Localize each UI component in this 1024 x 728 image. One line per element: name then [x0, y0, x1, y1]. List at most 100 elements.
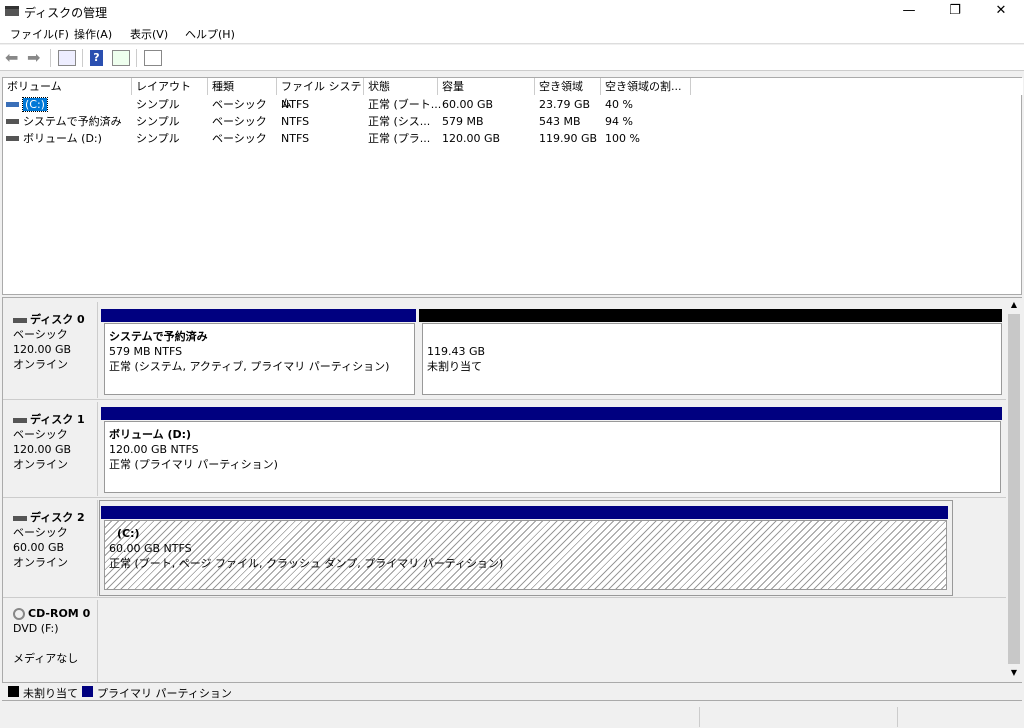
disk-label[interactable]: ディスク 1 ベーシック 120.00 GB オンライン — [5, 402, 98, 496]
toolbar-separator — [82, 49, 83, 67]
menu-action[interactable]: 操作(A) — [74, 26, 112, 42]
hard-disk-icon — [13, 317, 27, 323]
disk-label[interactable]: ディスク 2 ベーシック 60.00 GB オンライン — [5, 500, 98, 596]
primary-partition-bar — [101, 506, 948, 519]
table-row[interactable]: (C:) シンプル ベーシック NTFS 正常 (ブート... 60.00 GB 23.79… — [3, 96, 1021, 113]
disk-size: 120.00 GB — [13, 443, 72, 456]
column-header-free[interactable]: 空き領域 — [535, 78, 601, 95]
table-cell: ベーシック — [212, 98, 267, 111]
column-header-volume[interactable]: ボリューム — [3, 78, 132, 95]
unallocated-bar — [419, 309, 1002, 322]
hard-disk-icon — [13, 515, 27, 521]
properties-icon[interactable] — [144, 50, 162, 66]
table-cell: ボリューム (D:) — [23, 132, 102, 145]
back-icon[interactable]: ⬅ — [5, 50, 23, 66]
disk-status: オンライン — [13, 556, 68, 569]
disk-name: ディスク 0 — [30, 313, 85, 326]
menu-file[interactable]: ファイル(F) — [10, 26, 69, 42]
action-pane-icon[interactable] — [112, 50, 130, 66]
table-cell: 正常 (ブート... — [368, 98, 442, 111]
console-tree-icon[interactable] — [58, 50, 76, 66]
toolbar-separator — [136, 49, 137, 67]
table-row[interactable]: システムで予約済み シンプル ベーシック NTFS 正常 (シス... 579 MB 543… — [3, 113, 1021, 130]
scrollbar-thumb[interactable] — [1008, 314, 1020, 664]
column-header-empty — [691, 78, 1023, 95]
partition-status: 正常 (ブート, ページ ファイル, クラッシュ ダンプ, プライマリ パーティ… — [109, 557, 504, 570]
table-cell: システムで予約済み — [23, 115, 122, 128]
disk-row: ディスク 2 ベーシック 60.00 GB オンライン (C:) 60.00 G… — [3, 500, 1007, 598]
disk-type: DVD (F:) — [13, 622, 59, 635]
menu-help[interactable]: ヘルプ(H) — [185, 26, 235, 42]
column-header-free-percent[interactable]: 空き領域の割... — [601, 78, 691, 95]
legend-label-primary: プライマリ パーティション — [97, 687, 232, 700]
cdrom-label[interactable]: CD-ROM 0 DVD (F:) メディアなし — [5, 600, 98, 682]
primary-partition-bar — [101, 407, 1002, 420]
partition-status: 正常 (プライマリ パーティション) — [109, 458, 278, 471]
table-cell: 94 % — [605, 115, 633, 128]
legend-swatch-primary — [82, 686, 93, 697]
partition-size: 120.00 GB NTFS — [109, 443, 199, 456]
partition-name: ボリューム (D:) — [109, 428, 192, 441]
vertical-scrollbar[interactable]: ▲ ▼ — [1006, 298, 1022, 682]
disk-graphical-view: ディスク 0 ベーシック 120.00 GB オンライン システムで予約済み 5… — [2, 297, 1022, 683]
toolbar-separator — [50, 49, 51, 67]
disk-management-icon — [5, 6, 19, 16]
toolbar: ⬅ ➡ ? — [0, 45, 1024, 71]
disk-status: オンライン — [13, 358, 68, 371]
column-header-type[interactable]: 種類 — [208, 78, 277, 95]
help-icon[interactable]: ? — [90, 50, 103, 66]
scroll-down-icon[interactable]: ▼ — [1006, 668, 1022, 680]
table-cell: シンプル — [136, 115, 180, 128]
disk-status: メディアなし — [13, 652, 79, 665]
partition-status: 正常 (システム, アクティブ, プライマリ パーティション) — [109, 360, 390, 373]
column-header-filesystem[interactable]: ファイル システム — [277, 78, 364, 110]
table-cell: 100 % — [605, 132, 640, 145]
partition-name: (C:) — [117, 527, 140, 540]
table-cell: 579 MB — [442, 115, 484, 128]
table-row[interactable]: ボリューム (D:) シンプル ベーシック NTFS 正常 (プラ... 120.00 G… — [3, 130, 1021, 147]
column-header-layout[interactable]: レイアウト — [132, 78, 208, 95]
title-bar: ディスクの管理 — ❐ ✕ — [0, 0, 1024, 22]
table-cell: ベーシック — [212, 132, 267, 145]
table-cell: (C:) — [22, 97, 48, 112]
partition-status: 未割り当て — [427, 360, 482, 373]
disk-name: ディスク 2 — [30, 511, 85, 524]
close-button[interactable]: ✕ — [978, 0, 1024, 22]
table-cell: 120.00 GB — [442, 132, 501, 145]
partition-system-reserved[interactable]: システムで予約済み 579 MB NTFS 正常 (システム, アクティブ, プ… — [104, 323, 415, 395]
disk-status: オンライン — [13, 458, 68, 471]
minimize-button[interactable]: — — [886, 0, 932, 22]
disk-type: ベーシック — [13, 428, 68, 441]
partition-unallocated[interactable]: 119.43 GB 未割り当て — [422, 323, 1002, 395]
table-cell: 40 % — [605, 98, 633, 111]
scroll-up-icon[interactable]: ▲ — [1006, 300, 1022, 312]
disk-label[interactable]: ディスク 0 ベーシック 120.00 GB オンライン — [5, 302, 98, 398]
legend-swatch-unallocated — [8, 686, 19, 697]
partition-c-selected[interactable]: (C:) 60.00 GB NTFS 正常 (ブート, ページ ファイル, クラ… — [104, 520, 947, 590]
legend-label-unallocated: 未割り当て — [23, 687, 78, 700]
table-cell: 60.00 GB — [442, 98, 494, 111]
table-cell: 543 MB — [539, 115, 581, 128]
table-cell: 正常 (シス... — [368, 115, 431, 128]
menu-view[interactable]: 表示(V) — [130, 26, 168, 42]
column-header-status[interactable]: 状態 — [364, 78, 438, 95]
disk-row: ディスク 1 ベーシック 120.00 GB オンライン ボリューム (D:) … — [3, 402, 1007, 498]
status-bar — [0, 705, 1024, 728]
disk-name: CD-ROM 0 — [28, 607, 91, 620]
table-cell: シンプル — [136, 132, 180, 145]
column-header-capacity[interactable]: 容量 — [438, 78, 535, 95]
table-cell: 119.90 GB — [539, 132, 598, 145]
hard-disk-icon — [13, 417, 27, 423]
cd-drive-icon — [13, 608, 25, 620]
cdrom-row: CD-ROM 0 DVD (F:) メディアなし — [3, 600, 1007, 682]
table-cell: NTFS — [281, 115, 310, 128]
partition-size: 60.00 GB NTFS — [109, 542, 192, 555]
disk-name: ディスク 1 — [30, 413, 85, 426]
restore-button[interactable]: ❐ — [932, 0, 978, 22]
partition-name: システムで予約済み — [109, 330, 208, 343]
table-cell: シンプル — [136, 98, 180, 111]
table-cell: 23.79 GB — [539, 98, 591, 111]
partition-volume-d[interactable]: ボリューム (D:) 120.00 GB NTFS 正常 (プライマリ パーティ… — [104, 421, 1001, 493]
forward-icon[interactable]: ➡ — [27, 50, 45, 66]
table-cell: ベーシック — [212, 115, 267, 128]
